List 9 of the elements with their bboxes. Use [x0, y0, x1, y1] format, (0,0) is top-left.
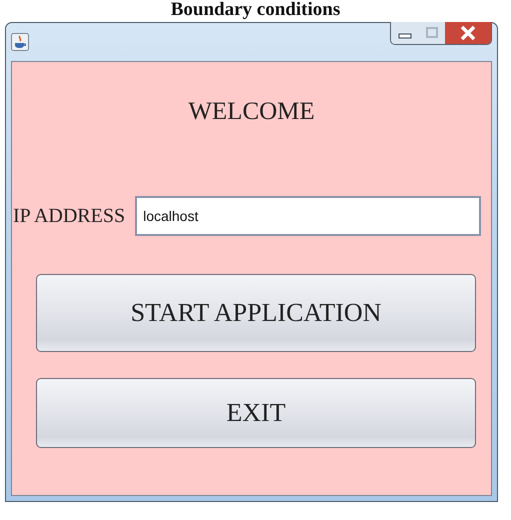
ip-address-field[interactable]: localhost [135, 196, 481, 236]
document-heading: Boundary conditions [170, 0, 340, 20]
app-button[interactable]: START APPLICATION [36, 274, 476, 352]
minimize-icon[interactable] [391, 22, 419, 44]
ip-address-label: IP ADDRESS [13, 204, 126, 228]
close-icon[interactable] [445, 22, 491, 44]
app-button[interactable]: EXIT [36, 378, 476, 448]
welcome-heading: WELCOME [188, 98, 315, 126]
coffee-cup-icon [11, 33, 29, 51]
